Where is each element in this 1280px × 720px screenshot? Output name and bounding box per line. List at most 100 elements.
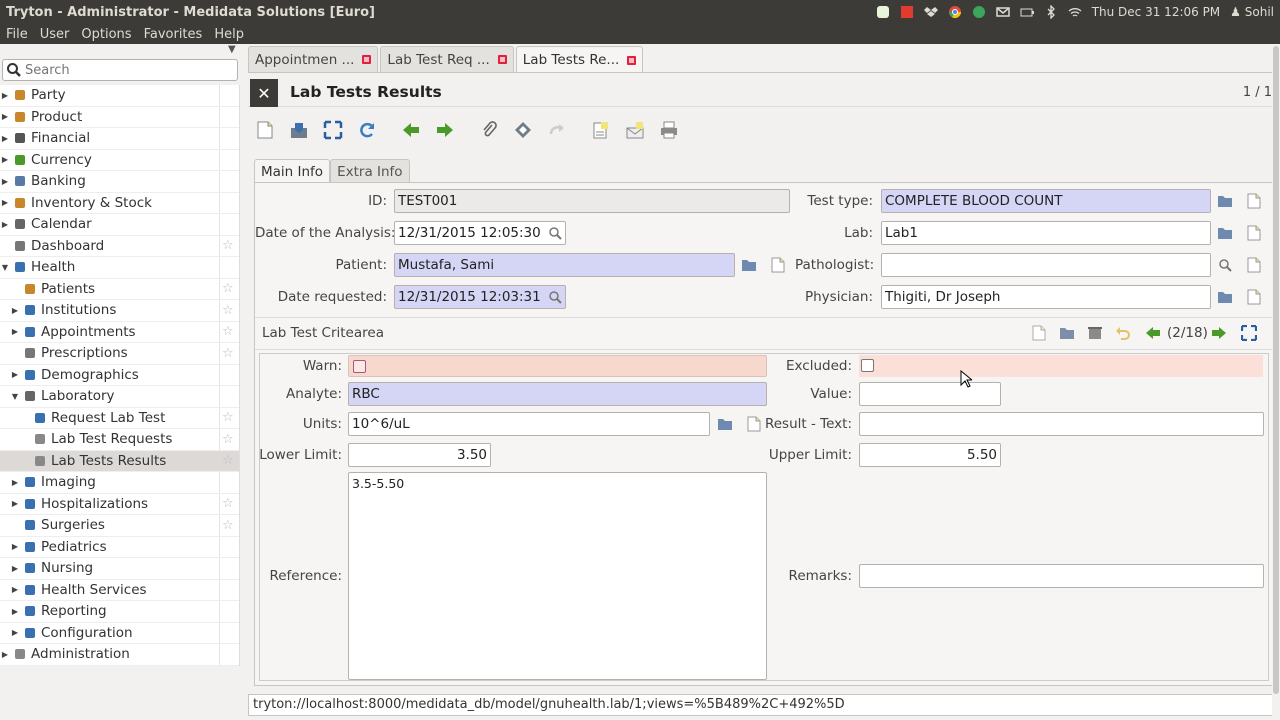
expand-icon[interactable]: ▶: [11, 564, 19, 573]
id-field[interactable]: TEST001: [394, 189, 790, 213]
sidebar-item-nursing[interactable]: ▶ Nursing: [0, 558, 239, 580]
date-analysis-calendar-button[interactable]: [546, 224, 564, 242]
criteria-previous-button[interactable]: [1144, 324, 1162, 342]
tab-lab-test-requests[interactable]: Lab Test Req ...: [380, 46, 514, 72]
patient-field[interactable]: Mustafa, Sami: [394, 253, 735, 277]
date-analysis-field[interactable]: 12/31/2015 12:05:30: [394, 221, 566, 245]
close-icon[interactable]: [362, 55, 372, 64]
print-button[interactable]: [658, 119, 680, 141]
action-button[interactable]: [512, 119, 534, 141]
sidebar-item-request-lab-test[interactable]: Request Lab Test ☆: [0, 408, 239, 429]
mail-icon[interactable]: [995, 5, 1010, 19]
sidebar-item-health[interactable]: ▼ Health: [0, 257, 239, 279]
criteria-delete-button[interactable]: [1086, 324, 1104, 342]
menu-help[interactable]: Help: [208, 27, 250, 42]
save-button[interactable]: [288, 119, 310, 141]
expand-icon[interactable]: ▶: [11, 370, 19, 379]
expand-icon[interactable]: ▶: [11, 478, 19, 487]
sidebar-item-patients[interactable]: Patients ☆: [0, 279, 239, 300]
sidebar-item-laboratory[interactable]: ▼ Laboratory: [0, 386, 239, 408]
favorite-star-icon[interactable]: ☆: [222, 432, 234, 447]
patient-new-button[interactable]: [769, 256, 787, 274]
sidebar-item-lab-test-requests[interactable]: Lab Test Requests ☆: [0, 429, 239, 451]
pathologist-field[interactable]: [881, 253, 1211, 277]
favorite-star-icon[interactable]: ☆: [222, 324, 234, 339]
favorite-star-icon[interactable]: ☆: [222, 238, 234, 253]
expand-icon[interactable]: ▶: [1, 134, 9, 143]
pathologist-new-button[interactable]: [1245, 256, 1263, 274]
favorite-star-icon[interactable]: ☆: [222, 303, 234, 318]
next-record-button[interactable]: [434, 119, 456, 141]
expand-icon[interactable]: ▶: [11, 585, 19, 594]
expand-icon[interactable]: ▶: [11, 628, 19, 637]
relate-button[interactable]: [546, 119, 568, 141]
sidebar-item-prescriptions[interactable]: Prescriptions ☆: [0, 343, 239, 365]
favorite-star-icon[interactable]: ☆: [222, 518, 234, 533]
expand-icon[interactable]: ▶: [11, 499, 19, 508]
tab-main-info[interactable]: Main Info: [254, 159, 331, 183]
wifi-icon[interactable]: [1068, 5, 1082, 19]
units-search-button[interactable]: [716, 415, 734, 433]
sidebar-item-lab-tests-results[interactable]: Lab Tests Results ☆: [0, 450, 239, 472]
favorite-star-icon[interactable]: ☆: [222, 281, 234, 296]
previous-record-button[interactable]: [400, 119, 422, 141]
app-indicator-icon[interactable]: [876, 5, 890, 19]
user-menu[interactable]: ♟ Sohil: [1230, 5, 1274, 19]
patient-search-button[interactable]: [740, 256, 758, 274]
sidebar-item-hospitalizations[interactable]: ▶ Hospitalizations ☆: [0, 494, 239, 515]
sidebar-item-configuration[interactable]: ▶ Configuration: [0, 623, 239, 644]
clock[interactable]: Thu Dec 31 12:06 PM: [1092, 5, 1220, 19]
criteria-next-button[interactable]: [1210, 324, 1228, 342]
sidebar-item-dashboard[interactable]: Dashboard ☆: [0, 236, 239, 257]
new-record-button[interactable]: [254, 119, 276, 141]
menu-file[interactable]: File: [0, 27, 34, 42]
attachment-button[interactable]: [478, 119, 500, 141]
test-type-search-button[interactable]: [1216, 192, 1234, 210]
close-icon[interactable]: [497, 55, 507, 64]
tab-appointments[interactable]: Appointmen ...: [248, 46, 379, 72]
criteria-switch-view-button[interactable]: [1240, 324, 1258, 342]
expand-icon[interactable]: ▶: [1, 650, 9, 659]
collapse-icon[interactable]: ▼: [1, 263, 9, 272]
lab-new-button[interactable]: [1245, 224, 1263, 242]
lab-search-button[interactable]: [1216, 224, 1234, 242]
chrome-icon[interactable]: [948, 5, 962, 19]
search-input[interactable]: [25, 62, 225, 78]
sidebar-item-calendar[interactable]: ▶ Calendar: [0, 214, 239, 236]
expand-icon[interactable]: ▶: [1, 220, 9, 229]
date-requested-calendar-button[interactable]: [546, 288, 564, 306]
remarks-field[interactable]: [859, 564, 1264, 588]
analyte-field[interactable]: RBC: [348, 382, 767, 406]
date-requested-field[interactable]: 12/31/2015 12:03:31: [394, 285, 566, 309]
reference-field[interactable]: 3.5-5.50: [348, 472, 767, 680]
sidebar-item-pediatrics[interactable]: ▶ Pediatrics: [0, 537, 239, 558]
lab-field[interactable]: Lab1: [881, 221, 1211, 245]
sidebar-item-health-services[interactable]: ▶ Health Services: [0, 580, 239, 601]
sidebar-item-inventory-stock[interactable]: ▶ Inventory & Stock: [0, 193, 239, 214]
criteria-undo-button[interactable]: [1114, 324, 1132, 342]
switch-view-button[interactable]: [322, 119, 344, 141]
sidebar-item-surgeries[interactable]: Surgeries ☆: [0, 515, 239, 537]
sidebar-item-demographics[interactable]: ▶ Demographics: [0, 365, 239, 386]
sidebar-item-appointments[interactable]: ▶ Appointments ☆: [0, 322, 239, 343]
sidebar-item-product[interactable]: ▶ Product: [0, 107, 239, 128]
dropbox-icon[interactable]: [923, 5, 938, 19]
collapse-icon[interactable]: ▼: [11, 392, 19, 401]
physician-field[interactable]: Thigiti, Dr Joseph: [881, 285, 1211, 309]
lower-limit-field[interactable]: 3.50: [348, 443, 491, 467]
criteria-open-button[interactable]: [1058, 324, 1076, 342]
pathologist-search-button[interactable]: [1216, 256, 1234, 274]
expand-icon[interactable]: ▶: [11, 607, 19, 616]
menu-favorites[interactable]: Favorites: [138, 27, 209, 42]
sidebar-item-administration[interactable]: ▶ Administration: [0, 644, 239, 666]
favorite-star-icon[interactable]: ☆: [222, 346, 234, 361]
expand-icon[interactable]: ▶: [1, 112, 9, 121]
battery-icon[interactable]: [1020, 5, 1034, 19]
scrollbar-thumb[interactable]: [1273, 46, 1279, 694]
menu-user[interactable]: User: [34, 27, 76, 42]
tab-lab-tests-results[interactable]: Lab Tests Re...: [515, 46, 644, 73]
evernote-icon[interactable]: [972, 5, 986, 19]
bluetooth-icon[interactable]: [1044, 5, 1058, 19]
record-icon[interactable]: [900, 5, 914, 19]
scrollbar[interactable]: [1272, 44, 1280, 720]
